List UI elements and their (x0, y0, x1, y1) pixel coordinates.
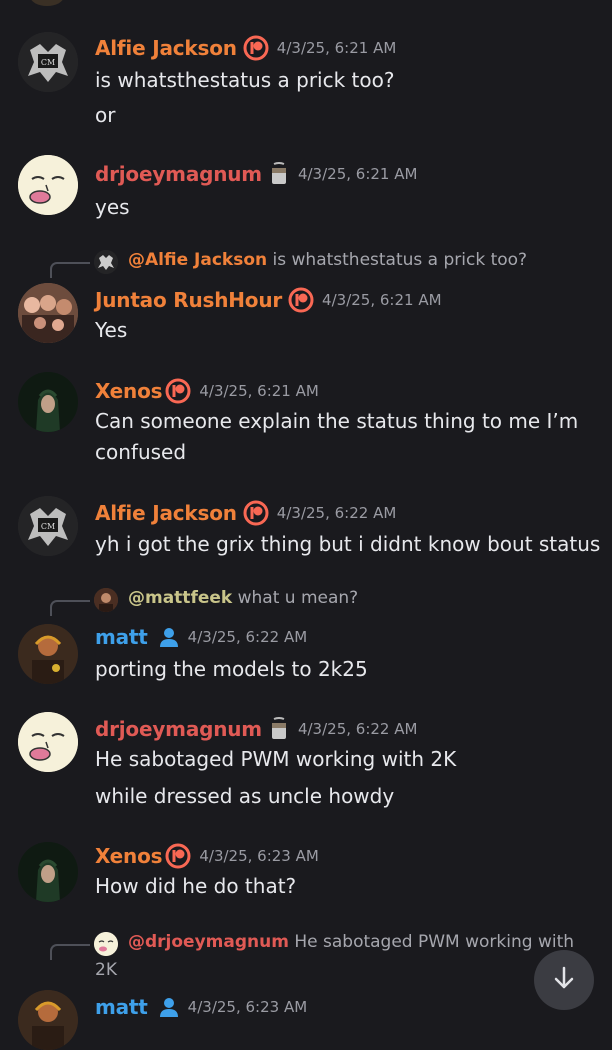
avatar[interactable] (18, 990, 78, 1050)
person-icon (158, 626, 180, 648)
patreon-icon (288, 287, 314, 313)
avatar[interactable] (18, 842, 78, 902)
reply-text-continued: 2K (95, 960, 117, 980)
patreon-icon (243, 35, 269, 61)
patreon-icon (165, 378, 191, 404)
username[interactable]: matt (95, 625, 148, 649)
message-text: yes (95, 195, 130, 219)
avatar[interactable] (18, 283, 78, 343)
message-text: Can someone explain the status thing to … (95, 409, 579, 433)
username[interactable]: Xenos (95, 844, 163, 868)
avatar-partial (30, 0, 64, 6)
username[interactable]: Alfie Jackson (95, 36, 237, 60)
svg-text:CM: CM (41, 522, 55, 531)
timestamp: 4/3/25, 6:21 AM (276, 39, 397, 57)
reply-text: is whatsthestatus a prick too? (272, 250, 528, 270)
timestamp: 4/3/25, 6:21 AM (297, 165, 418, 183)
timestamp: 4/3/25, 6:23 AM (199, 847, 319, 865)
username[interactable]: Juntao RushHour (95, 288, 282, 312)
username[interactable]: matt (95, 995, 148, 1019)
paint-bucket-icon (268, 717, 290, 741)
message-text: porting the models to 2k25 (95, 657, 368, 681)
arrow-down-icon (550, 964, 578, 996)
avatar[interactable] (18, 712, 78, 772)
timestamp: 4/3/25, 6:21 AM (322, 291, 442, 309)
reply-mention[interactable]: @Alfie Jackson (128, 250, 267, 270)
timestamp: 4/3/25, 6:22 AM (297, 720, 418, 738)
message-text: How did he do that? (95, 874, 297, 898)
avatar[interactable]: CM (18, 496, 78, 556)
message-text: or (95, 103, 116, 127)
username[interactable]: Alfie Jackson (95, 501, 237, 525)
timestamp: 4/3/25, 6:22 AM (276, 504, 397, 522)
person-icon (158, 996, 180, 1018)
avatar[interactable]: CM (18, 32, 78, 92)
timestamp: 4/3/25, 6:21 AM (199, 382, 319, 400)
message-text: Yes (95, 318, 128, 342)
reply-text: what u mean? (237, 588, 359, 608)
jump-to-bottom-button[interactable] (534, 950, 594, 1010)
reply-spine (50, 262, 90, 278)
message-text: confused (95, 440, 187, 464)
message-text: yh i got the grix thing but i didnt know… (95, 532, 601, 556)
reply-spine (50, 600, 90, 616)
reply-avatar (94, 932, 118, 956)
username[interactable]: drjoeymagnum (95, 717, 262, 741)
username[interactable]: Xenos (95, 379, 163, 403)
patreon-icon (165, 843, 191, 869)
avatar[interactable] (18, 624, 78, 684)
timestamp: 4/3/25, 6:23 AM (187, 998, 308, 1016)
svg-text:CM: CM (41, 58, 55, 67)
timestamp: 4/3/25, 6:22 AM (187, 628, 308, 646)
message-text: He sabotaged PWM working with 2K (95, 747, 457, 771)
paint-bucket-icon (268, 162, 290, 186)
message-text: is whatsthestatus a prick too? (95, 68, 395, 92)
avatar[interactable] (18, 155, 78, 215)
reply-mention[interactable]: @drjoeymagnum (128, 932, 289, 952)
patreon-icon (243, 500, 269, 526)
reply-avatar (94, 588, 118, 612)
username[interactable]: drjoeymagnum (95, 162, 262, 186)
reply-text: He sabotaged PWM working with (294, 932, 575, 952)
avatar[interactable] (18, 372, 78, 432)
reply-spine (50, 944, 90, 960)
message-text: while dressed as uncle howdy (95, 784, 395, 808)
reply-avatar (94, 250, 118, 274)
reply-mention[interactable]: @mattfeek (128, 588, 232, 608)
